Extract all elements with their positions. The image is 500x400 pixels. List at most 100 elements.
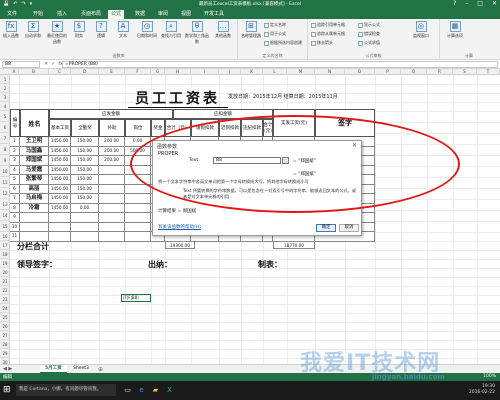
evaluate-formula-button[interactable]: 公式求值	[358, 40, 380, 46]
cell-no[interactable]: 5	[10, 175, 20, 185]
cell-name[interactable]: 马爱霞	[20, 165, 49, 175]
cell-sub[interactable]	[99, 213, 125, 223]
row-header[interactable]: 12	[0, 188, 10, 199]
cell-no[interactable]: 2	[10, 146, 20, 156]
trace-dependents-button[interactable]: 追踪从属单元格	[311, 31, 345, 37]
cell-no[interactable]: 8	[10, 203, 20, 213]
cell-sub[interactable]: 200.00	[99, 146, 125, 156]
task-view-icon[interactable]: ▭	[122, 385, 133, 396]
row-header[interactable]: 18	[0, 250, 10, 259]
tab-page-layout[interactable]: 页面布局	[78, 10, 104, 19]
row-header[interactable]: 6	[0, 122, 10, 133]
row-header[interactable]: 10	[0, 166, 10, 177]
row-header[interactable]: 14	[0, 210, 10, 221]
cell-basic[interactable]: 1450.00	[49, 203, 71, 213]
cell-name[interactable]: 高丽	[20, 184, 49, 194]
enter-icon[interactable]: ✓	[51, 61, 55, 67]
active-cell[interactable]: (F|F|B8)	[121, 294, 151, 302]
more-functions-button[interactable]: … 其他函数	[212, 19, 234, 39]
row-header[interactable]: 2	[0, 84, 10, 93]
row-header[interactable]: 23	[0, 295, 10, 304]
cell-name[interactable]: 马国鑫	[20, 146, 49, 156]
cell-basic[interactable]	[49, 232, 71, 242]
cell-no[interactable]: 9	[10, 213, 20, 223]
tab-developer[interactable]: 开发工具	[201, 10, 227, 19]
maximize-button[interactable]: □	[477, 0, 483, 7]
cell-sub[interactable]	[99, 194, 125, 204]
row-header[interactable]: 28	[0, 340, 10, 349]
error-checking-button[interactable]: 错误检查	[358, 31, 380, 37]
define-name-button[interactable]: 定义名称	[264, 22, 286, 28]
cancel-icon[interactable]: ✕	[44, 61, 48, 67]
formula-input[interactable]: =PROPER (B8)	[62, 61, 498, 68]
row-header[interactable]: 13	[0, 199, 10, 210]
show-formulas-button[interactable]: 显示公式	[358, 22, 380, 28]
cell-basic[interactable]: 1450.00	[49, 184, 71, 194]
cell-attend[interactable]: 0.00	[71, 203, 99, 213]
cell-sub[interactable]	[99, 184, 125, 194]
system-clock[interactable]: 19:30 2016-02-22	[469, 384, 495, 396]
insert-function-button[interactable]: fx 插入函数	[2, 19, 20, 39]
row-header[interactable]: 29	[0, 349, 10, 358]
row-header[interactable]: 4	[0, 102, 10, 111]
cell-no[interactable]: 1	[10, 137, 20, 147]
cell-sub[interactable]: 200.00	[99, 137, 125, 147]
cell-no[interactable]: 3	[10, 156, 20, 166]
row-header[interactable]: 27	[0, 331, 10, 340]
create-from-selection-button[interactable]: 根据所选内容创建	[264, 40, 302, 46]
cell-attend[interactable]: 150.00	[71, 184, 99, 194]
cell-name[interactable]: 张繁琴	[20, 175, 49, 185]
cell-attend[interactable]	[71, 213, 99, 223]
recent-functions-button[interactable]: ★ 最近使用的函数	[46, 19, 68, 45]
name-box[interactable]: B8	[2, 61, 40, 68]
calc-options-button[interactable]: ▦ 计算选项	[444, 19, 466, 39]
tab-home[interactable]: 开始	[30, 10, 46, 19]
financial-button[interactable]: $ 财务	[70, 19, 88, 39]
cell-post[interactable]	[125, 232, 151, 242]
cell-attend[interactable]	[71, 222, 99, 232]
row-header[interactable]: 8	[0, 144, 10, 155]
autosum-button[interactable]: Σ 自动求和	[24, 19, 42, 39]
cell-no[interactable]: 7	[10, 194, 20, 204]
cell-attend[interactable]: 150.00	[71, 165, 99, 175]
cell-sub[interactable]	[99, 165, 125, 175]
cell-name[interactable]: 王卫明	[20, 137, 49, 147]
cell-attend[interactable]: 150.00	[71, 146, 99, 156]
cell-no[interactable]: 6	[10, 184, 20, 194]
function-help-link[interactable]: 有关该函数的帮助(H)	[158, 224, 201, 230]
math-trig-button[interactable]: θ 数学和三角函数	[184, 19, 210, 45]
row-header[interactable]: 11	[0, 177, 10, 188]
cortana-search-box[interactable]: 我是 Cortana，小娜。有问题尽管问我。	[16, 384, 116, 396]
sheet-tab-may-salary[interactable]: 5月工资	[40, 365, 67, 373]
cell-post[interactable]	[125, 213, 151, 223]
lookup-button[interactable]: ⌕ 查找与引用	[160, 19, 182, 39]
add-sheet-icon[interactable]: ⊕	[98, 366, 103, 373]
cell-attend[interactable]	[71, 232, 99, 242]
watch-window-button[interactable]: ◎ 监视窗口	[408, 19, 434, 39]
cell-post[interactable]	[125, 222, 151, 232]
excel-taskbar-icon[interactable]: X	[164, 385, 175, 396]
ok-button[interactable]: 确定	[316, 224, 336, 232]
cell-basic[interactable]: 1450.00	[49, 146, 71, 156]
trace-precedents-button[interactable]: 追踪引用单元格	[311, 22, 345, 28]
subtotal-actual[interactable]: 18770.00	[273, 241, 315, 249]
cell-sub[interactable]	[99, 203, 125, 213]
row-header[interactable]: 3	[0, 93, 10, 102]
cell-sub[interactable]	[99, 222, 125, 232]
file-explorer-icon[interactable]: ▰	[150, 385, 161, 396]
cell-name[interactable]	[20, 213, 49, 223]
cell-name[interactable]	[20, 222, 49, 232]
minimize-button[interactable]: –	[465, 0, 468, 7]
cell-attend[interactable]: 150.00	[71, 156, 99, 166]
subtotal-total[interactable]: 19300.00	[165, 241, 195, 249]
row-header[interactable]: 21	[0, 277, 10, 286]
cell-basic[interactable]	[49, 213, 71, 223]
row-header[interactable]: 1	[0, 75, 10, 84]
sheet-nav-arrows[interactable]: ◀ ▶	[3, 366, 12, 372]
row-header[interactable]: 25	[0, 313, 10, 322]
row-header[interactable]: 20	[0, 268, 10, 277]
windows-start-icon[interactable]: ⊞	[3, 385, 13, 395]
cell-no[interactable]: 4	[10, 165, 20, 175]
row-header[interactable]: 5	[0, 111, 10, 122]
tab-data[interactable]: 数据	[132, 10, 148, 19]
